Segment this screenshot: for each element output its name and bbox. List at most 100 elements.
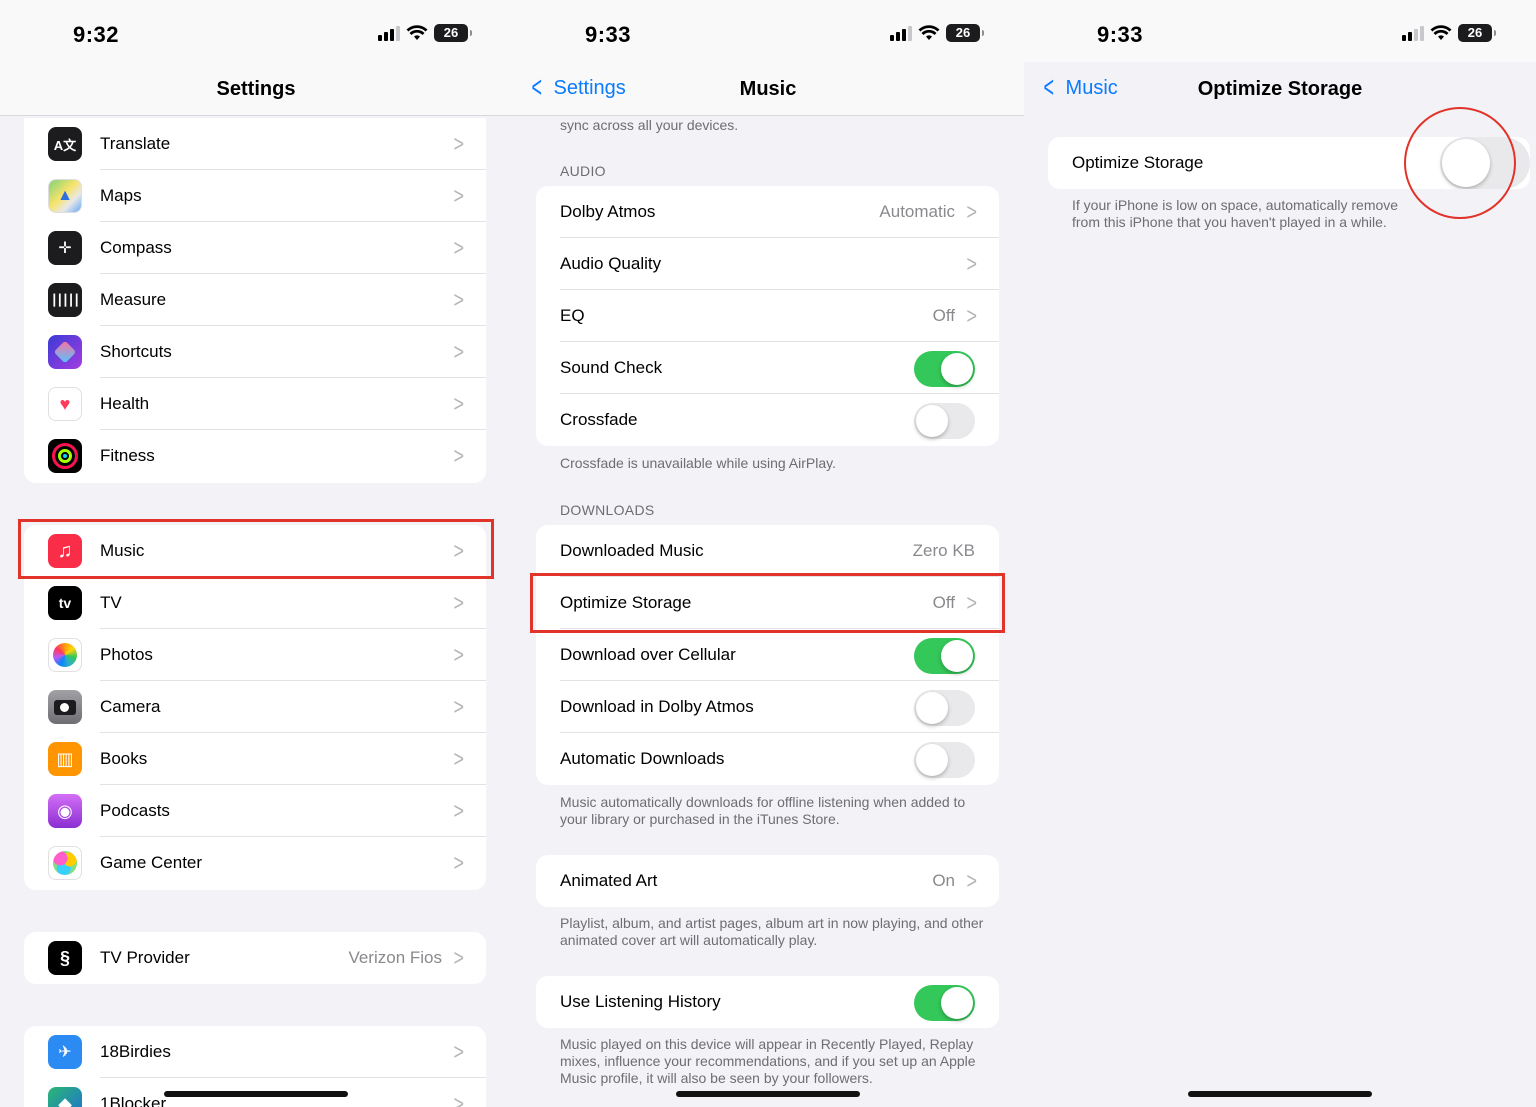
animated-art-footer: Playlist, album, and artist pages, album… [560, 915, 984, 948]
automatic-downloads-row: Automatic Downloads [536, 733, 999, 785]
row-label: Optimize Storage [1072, 153, 1204, 172]
row-label: Download in Dolby Atmos [560, 697, 754, 716]
row-label: Translate [100, 134, 171, 153]
row-label: Shortcuts [100, 342, 172, 361]
tv-icon-glyph: tv [58, 595, 72, 611]
sound-check-toggle[interactable] [914, 351, 975, 387]
row-value: Automatic [879, 202, 955, 221]
game-center-icon [48, 846, 82, 880]
animated-art-group: Animated Art On > [536, 855, 999, 907]
wifi-icon [918, 25, 940, 40]
settings-row-camera[interactable]: Camera > [24, 681, 486, 733]
dolby-atmos-row[interactable]: Dolby Atmos Automatic > [536, 186, 999, 238]
row-label: Download over Cellular [560, 645, 736, 664]
row-label: Game Center [100, 853, 203, 872]
settings-row-translate[interactable]: A文 Translate > [24, 118, 486, 170]
row-label: Automatic Downloads [560, 749, 725, 768]
settings-panel: 9:32 26 Settings A文 Translate > ▲ Maps >… [0, 0, 512, 1107]
status-bar: 9:33 26 [512, 0, 1024, 62]
downloaded-music-row[interactable]: Downloaded Music Zero KB [536, 525, 999, 577]
settings-row-18birdies[interactable]: ✈ 18Birdies > [24, 1026, 486, 1078]
row-label: Books [100, 749, 148, 768]
listening-history-group: Use Listening History [536, 976, 999, 1028]
1blocker-icon: ◆ [48, 1087, 82, 1107]
chevron-right-icon: > [966, 867, 977, 894]
download-dolby-toggle[interactable] [914, 690, 975, 726]
battery-icon: 26 [1458, 24, 1496, 42]
audio-group: Dolby Atmos Automatic > Audio Quality > … [536, 186, 999, 446]
battery-icon: 26 [946, 24, 984, 42]
row-label: Photos [100, 645, 153, 664]
listening-history-footer: Music played on this device will appear … [560, 1036, 976, 1086]
row-label: Measure [100, 290, 167, 309]
chevron-right-icon: > [453, 390, 464, 417]
chevron-right-icon: > [453, 338, 464, 365]
row-label: TV [100, 593, 122, 612]
row-value: On [932, 871, 955, 890]
row-label: TV Provider [100, 948, 190, 967]
home-indicator[interactable] [164, 1091, 348, 1097]
row-label: Audio Quality [560, 254, 662, 273]
toggle-highlight-circle [1404, 107, 1516, 219]
downloads-footer: Music automatically downloads for offlin… [560, 794, 966, 827]
home-indicator[interactable] [1188, 1091, 1372, 1097]
row-label: 1Blocker [100, 1094, 167, 1107]
page-title: Optimize Storage [1197, 78, 1363, 100]
compass-icon: ✛ [48, 231, 82, 265]
settings-row-tv-provider[interactable]: § TV Provider Verizon Fios > [24, 932, 486, 984]
chevron-right-icon: > [453, 1038, 464, 1065]
podcasts-icon: ◉ [48, 794, 82, 828]
eq-row[interactable]: EQ Off > [536, 290, 999, 342]
row-label: Use Listening History [560, 992, 721, 1011]
cellular-signal-icon [378, 25, 400, 41]
settings-row-measure[interactable]: ┃┃┃┃┃ Measure > [24, 274, 486, 326]
settings-row-shortcuts[interactable]: Shortcuts > [24, 326, 486, 378]
optimize-storage-highlight-box [530, 573, 1005, 633]
music-highlight-box [18, 519, 494, 579]
row-label: Fitness [100, 446, 155, 465]
animated-art-row[interactable]: Animated Art On > [536, 855, 999, 907]
chevron-right-icon: > [966, 302, 977, 329]
downloads-section-header: DOWNLOADS [560, 502, 655, 518]
row-label: Compass [100, 238, 172, 257]
settings-row-compass[interactable]: ✛ Compass > [24, 222, 486, 274]
automatic-downloads-toggle[interactable] [914, 742, 975, 778]
settings-row-fitness[interactable]: Fitness > [24, 430, 486, 482]
settings-row-tv[interactable]: tv TV > [24, 577, 486, 629]
status-bar: 9:32 26 [0, 0, 512, 62]
chevron-right-icon: > [453, 286, 464, 313]
chevron-right-icon: > [453, 641, 464, 668]
chevron-right-icon: > [453, 849, 464, 876]
fitness-icon [48, 439, 82, 473]
download-cellular-toggle[interactable] [914, 638, 975, 674]
settings-group-2: ♫ Music > tv TV > Photos > Camera > ▥ Bo… [24, 525, 486, 890]
crossfade-toggle[interactable] [914, 403, 975, 439]
row-label: Health [100, 394, 150, 413]
settings-row-photos[interactable]: Photos > [24, 629, 486, 681]
settings-row-maps[interactable]: ▲ Maps > [24, 170, 486, 222]
photos-icon [48, 638, 82, 672]
settings-row-books[interactable]: ▥ Books > [24, 733, 486, 785]
row-label: Camera [100, 697, 161, 716]
chevron-right-icon: > [453, 693, 464, 720]
settings-group-1: A文 Translate > ▲ Maps > ✛ Compass > ┃┃┃┃… [24, 118, 486, 483]
row-label: Dolby Atmos [560, 202, 656, 221]
row-label: Downloaded Music [560, 541, 704, 560]
audio-quality-row[interactable]: Audio Quality > [536, 238, 999, 290]
status-time: 9:32 [73, 22, 120, 47]
listening-history-toggle[interactable] [914, 985, 975, 1021]
download-cellular-row: Download over Cellular [536, 629, 999, 681]
row-value: Zero KB [912, 541, 975, 560]
page-title: Music [739, 78, 797, 100]
download-dolby-row: Download in Dolby Atmos [536, 681, 999, 733]
status-time: 9:33 [1097, 22, 1144, 47]
row-label: 18Birdies [100, 1042, 171, 1061]
row-label: Animated Art [560, 871, 658, 890]
shortcuts-icon [48, 335, 82, 369]
status-time: 9:33 [585, 22, 632, 47]
measure-icon: ┃┃┃┃┃ [48, 283, 82, 317]
settings-row-health[interactable]: ♥ Health > [24, 378, 486, 430]
settings-row-podcasts[interactable]: ◉ Podcasts > [24, 785, 486, 837]
home-indicator[interactable] [676, 1091, 860, 1097]
settings-row-game-center[interactable]: Game Center > [24, 837, 486, 889]
